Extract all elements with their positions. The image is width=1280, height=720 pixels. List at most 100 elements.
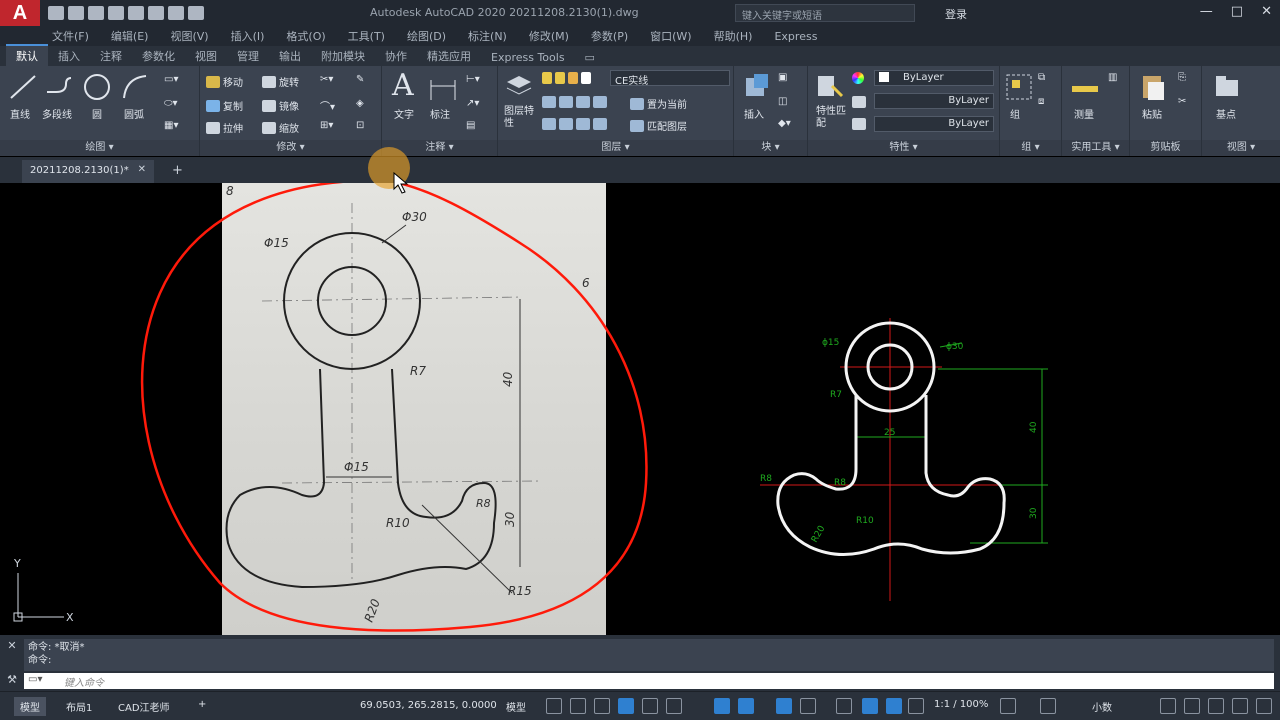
base-label[interactable]: 基点 (1216, 106, 1236, 121)
drawing-canvas[interactable]: 8 Φ30 Φ15 R7 40 Φ15 R10 R8 30 R15 R20 6 (0, 147, 1280, 635)
maximize-button[interactable]: □ (1231, 4, 1243, 19)
layer-properties-icon[interactable] (504, 72, 534, 102)
arc-icon[interactable] (120, 72, 150, 102)
paste-label[interactable]: 粘贴 (1142, 106, 1162, 121)
linetype-dropdown[interactable]: ByLayer (874, 116, 994, 132)
match-properties-label[interactable]: 特性匹配 (816, 106, 846, 130)
rotate-tool[interactable]: 旋转 (262, 74, 299, 89)
menu-draw[interactable]: 绘图(D) (407, 28, 446, 44)
autocad-logo-button[interactable]: A (0, 0, 40, 26)
erase-icon[interactable]: ✎ (356, 74, 364, 85)
panel-block-title[interactable]: 块 ▾ (734, 140, 807, 156)
stretch-tool[interactable]: 拉伸 (206, 120, 243, 135)
isodraft-icon[interactable] (666, 698, 682, 714)
clean-screen-icon[interactable] (1232, 698, 1248, 714)
isolate-objects-icon[interactable] (1184, 698, 1200, 714)
lineweight-toggle-icon[interactable] (776, 698, 792, 714)
tab-parametric[interactable]: 参数化 (132, 46, 185, 66)
panel-layers-title[interactable]: 图层 ▾ (498, 140, 733, 156)
tab-insert[interactable]: 插入 (48, 46, 90, 66)
lineweight-icon[interactable] (852, 96, 866, 108)
menu-window[interactable]: 窗口(W) (650, 28, 691, 44)
dimension-icon[interactable] (428, 74, 458, 104)
model-space-toggle[interactable]: 模型 (500, 697, 532, 716)
saveas-icon[interactable] (108, 6, 124, 20)
menu-insert[interactable]: 插入(I) (231, 28, 265, 44)
color-dropdown[interactable]: ByLayer (874, 70, 994, 86)
grid-icon[interactable] (546, 698, 562, 714)
menu-express[interactable]: Express (774, 30, 817, 43)
scale-tool[interactable]: 缩放 (262, 120, 299, 135)
make-current-button[interactable]: 置为当前 (630, 96, 687, 111)
tab-layout1[interactable]: 布局1 (60, 697, 98, 716)
minimize-button[interactable]: — (1200, 4, 1213, 19)
layer-state-icons[interactable] (542, 72, 591, 84)
menu-format[interactable]: 格式(O) (286, 28, 325, 44)
object-snap-tracking-icon[interactable] (714, 698, 730, 714)
open-icon[interactable] (68, 6, 84, 20)
dimension-label[interactable]: 标注 (430, 106, 450, 121)
ungroup-icon[interactable]: ⧉ (1038, 72, 1045, 83)
polyline-label[interactable]: 多段线 (42, 106, 72, 121)
hardware-acceleration-icon[interactable] (1208, 698, 1224, 714)
layer-properties-label[interactable]: 图层特性 (504, 106, 534, 130)
transparency-icon[interactable] (800, 698, 816, 714)
group-edit-icon[interactable]: ⧈ (1038, 96, 1044, 107)
trim-icon[interactable]: ✂▾ (320, 74, 333, 85)
layer-dropdown[interactable]: CE实线 (610, 70, 730, 87)
copy-tool[interactable]: 复制 (206, 98, 243, 113)
group-label[interactable]: 组 (1010, 106, 1020, 121)
add-layout-button[interactable]: + (192, 697, 212, 712)
block-create-icon[interactable]: ▣ (778, 72, 787, 83)
command-input[interactable]: ▭▾ 键入命令 (24, 673, 1274, 689)
close-button[interactable]: ✕ (1261, 4, 1272, 19)
tab-addins[interactable]: 附加模块 (311, 46, 375, 66)
lineweight-dropdown[interactable]: ByLayer (874, 93, 994, 109)
menu-file[interactable]: 文件(F) (52, 28, 89, 44)
color-wheel-icon[interactable] (852, 72, 864, 84)
annotation-monitor-icon[interactable] (1040, 698, 1056, 714)
base-view-icon[interactable] (1212, 72, 1242, 102)
circle-label[interactable]: 圆 (92, 106, 102, 121)
layer-tools-row2[interactable] (542, 118, 607, 130)
units-dropdown[interactable]: 小数 (1086, 697, 1118, 716)
tab-view[interactable]: 视图 (185, 46, 227, 66)
scale-dropdown[interactable]: 1:1 / 100% (928, 697, 994, 712)
hatch-icon[interactable]: ▦▾ (164, 120, 178, 131)
panel-utilities-title[interactable]: 实用工具 ▾ (1062, 140, 1129, 156)
group-icon[interactable] (1004, 72, 1034, 102)
copy-clip-icon[interactable]: ⎘ (1178, 72, 1186, 83)
menu-help[interactable]: 帮助(H) (714, 28, 753, 44)
menu-view[interactable]: 视图(V) (170, 28, 208, 44)
calculator-icon[interactable]: ▥ (1108, 72, 1117, 83)
tab-express-tools[interactable]: Express Tools (481, 49, 575, 66)
panel-properties-title[interactable]: 特性 ▾ (808, 140, 999, 156)
tab-manage[interactable]: 管理 (227, 46, 269, 66)
layer-tools-row1[interactable] (542, 96, 607, 108)
arc-label[interactable]: 圆弧 (124, 106, 144, 121)
measure-icon[interactable] (1070, 74, 1100, 104)
match-properties-icon[interactable] (814, 72, 844, 102)
tab-collaborate[interactable]: 协作 (375, 46, 417, 66)
cut-icon[interactable]: ✂ (1178, 96, 1186, 107)
match-layer-button[interactable]: 匹配图层 (630, 118, 687, 133)
selection-cycling-icon[interactable] (836, 698, 852, 714)
customization-menu-icon[interactable] (1256, 698, 1272, 714)
new-icon[interactable] (48, 6, 64, 20)
linetype-icon[interactable] (852, 118, 866, 130)
explode-icon[interactable]: ◈ (356, 98, 364, 109)
offset-icon[interactable]: ⊡ (356, 120, 364, 131)
menu-parametric[interactable]: 参数(P) (591, 28, 628, 44)
login-button[interactable]: 登录 (945, 6, 967, 22)
panel-draw-title[interactable]: 绘图 ▾ (0, 140, 199, 156)
linear-dim-icon[interactable]: ⊢▾ (466, 74, 480, 85)
panel-clipboard-title[interactable]: 剪贴板 (1130, 140, 1201, 156)
line-label[interactable]: 直线 (10, 106, 30, 121)
menu-modify[interactable]: 修改(M) (529, 28, 569, 44)
block-edit-icon[interactable]: ◫ (778, 96, 787, 107)
line-icon[interactable] (8, 72, 38, 102)
insert-label[interactable]: 插入 (744, 106, 764, 121)
web-icon[interactable] (128, 6, 144, 20)
infer-icon[interactable] (594, 698, 610, 714)
quick-properties-icon[interactable] (1160, 698, 1176, 714)
